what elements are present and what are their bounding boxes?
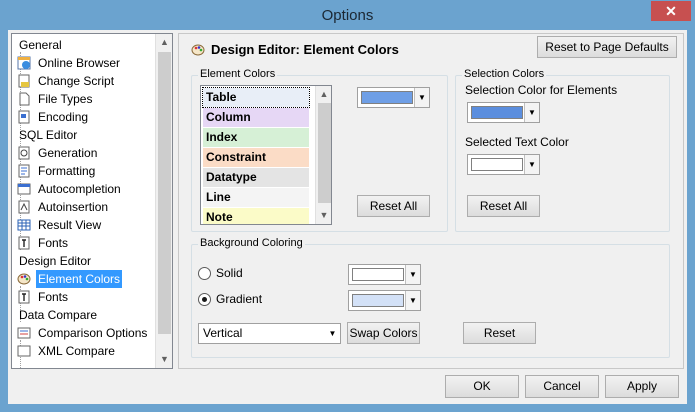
list-item-line[interactable]: Line [203, 188, 309, 207]
selected-text-label: Selected Text Color [465, 135, 569, 149]
background-reset-button[interactable]: Reset [463, 322, 536, 344]
gradient-radio[interactable] [198, 293, 211, 306]
color-swatch [471, 106, 523, 119]
group-title: Selection Colors [462, 68, 547, 80]
tree-item-label: Comparison Options [38, 326, 148, 340]
xml-icon [17, 344, 31, 358]
tree-item-label: Design Editor [19, 254, 92, 268]
tree-item-label: General [19, 38, 62, 52]
element-colors-group: Element Colors Table Column Index Constr… [191, 68, 448, 232]
group-title: Element Colors [198, 68, 278, 80]
ok-button[interactable]: OK [445, 375, 519, 398]
palette-icon [17, 272, 31, 286]
scroll-down-arrow-icon[interactable]: ▼ [316, 207, 331, 224]
element-colors-reset-button[interactable]: Reset All [357, 195, 430, 217]
chevron-down-icon[interactable]: ▼ [524, 103, 539, 122]
list-item-index[interactable]: Index [203, 128, 309, 147]
list-item-table[interactable]: Table [202, 87, 310, 108]
generation-icon [17, 146, 31, 160]
group-title: Background Coloring [198, 237, 305, 249]
tree-item-label: Autoinsertion [38, 200, 109, 214]
tree-item-label: Generation [38, 146, 98, 160]
color-swatch [352, 268, 404, 281]
tree-item-label: Fonts [38, 236, 69, 250]
browser-icon [17, 56, 31, 70]
options-tree: General Online Browser Change Script Fil… [11, 33, 173, 369]
tree-item-label: SQL Editor [19, 128, 78, 142]
tree-item-label: Change Script [38, 74, 115, 88]
autoinsertion-icon [17, 200, 31, 214]
file-icon [17, 92, 31, 106]
tree-item-label: Data Compare [19, 308, 98, 322]
gradient-direction-select[interactable]: Vertical ▼ [198, 323, 341, 344]
gradient-label[interactable]: Gradient [216, 292, 262, 306]
color-swatch [352, 294, 404, 307]
scroll-thumb[interactable] [158, 52, 171, 334]
palette-icon [191, 43, 205, 60]
tree-item-label: Encoding [38, 110, 89, 124]
tree-item-label: File Types [38, 92, 93, 106]
chevron-down-icon[interactable]: ▼ [405, 265, 420, 284]
tree-item-label: Online Browser [38, 56, 121, 70]
tree-item-label: Fonts [38, 290, 69, 304]
gradient-color-picker[interactable]: ▼ [348, 290, 421, 311]
reset-page-defaults-button[interactable]: Reset to Page Defaults [537, 36, 677, 58]
settings-panel: Design Editor: Element Colors Reset to P… [178, 33, 684, 369]
compare-icon [17, 326, 31, 340]
apply-button[interactable]: Apply [605, 375, 679, 398]
tree-item-label: Formatting [38, 164, 96, 178]
selection-elements-label: Selection Color for Elements [465, 83, 618, 97]
list-item-datatype[interactable]: Datatype [203, 168, 309, 187]
title-bar[interactable]: Options ✕ [0, 0, 695, 30]
options-dialog: Options ✕ General Online Browser Change … [0, 0, 695, 412]
autocompletion-icon [17, 182, 31, 196]
tree-item-label: Result View [38, 218, 102, 232]
script-icon [17, 74, 31, 88]
scroll-up-arrow-icon[interactable]: ▲ [316, 86, 331, 103]
list-item-note[interactable]: Note [203, 208, 309, 224]
scroll-thumb[interactable] [318, 103, 331, 203]
grid-icon [17, 218, 31, 232]
chevron-down-icon[interactable]: ▼ [414, 88, 429, 107]
scroll-up-arrow-icon[interactable]: ▲ [156, 34, 172, 51]
page-title: Design Editor: Element Colors [211, 42, 399, 57]
chevron-down-icon[interactable]: ▼ [524, 155, 539, 174]
element-list[interactable]: Table Column Index Constraint Datatype L… [200, 85, 332, 225]
encoding-icon [17, 110, 31, 124]
chevron-down-icon[interactable]: ▼ [405, 291, 420, 310]
element-color-picker[interactable]: ▼ [357, 87, 430, 108]
background-coloring-group: Background Coloring Solid ▼ Gradient ▼ V… [191, 237, 670, 358]
font-icon [17, 236, 31, 250]
close-button[interactable]: ✕ [651, 1, 691, 21]
list-item-column[interactable]: Column [203, 108, 309, 127]
font-icon [17, 290, 31, 304]
solid-radio[interactable] [198, 267, 211, 280]
window-title: Options [321, 7, 374, 24]
selection-elements-color-picker[interactable]: ▼ [467, 102, 540, 123]
cancel-button[interactable]: Cancel [525, 375, 599, 398]
tree-item-label: Element Colors [36, 270, 123, 288]
color-swatch [471, 158, 523, 171]
scroll-down-arrow-icon[interactable]: ▼ [156, 351, 172, 368]
formatting-icon [17, 164, 31, 178]
element-list-scrollbar[interactable]: ▲ ▼ [315, 86, 331, 224]
chevron-down-icon[interactable]: ▼ [325, 324, 340, 343]
tree-scrollbar[interactable]: ▲ ▼ [155, 34, 172, 368]
tree-item-label: Autocompletion [38, 182, 121, 196]
selection-colors-reset-button[interactable]: Reset All [467, 195, 540, 217]
selected-text-color-picker[interactable]: ▼ [467, 154, 540, 175]
dialog-body: General Online Browser Change Script Fil… [8, 30, 687, 404]
color-swatch [361, 91, 413, 104]
selection-colors-group: Selection Colors Selection Color for Ele… [455, 68, 670, 232]
tree-item-label: XML Compare [38, 344, 115, 358]
select-value: Vertical [203, 326, 243, 340]
swap-colors-button[interactable]: Swap Colors [347, 322, 420, 344]
list-item-constraint[interactable]: Constraint [203, 148, 309, 167]
solid-label[interactable]: Solid [216, 266, 243, 280]
solid-color-picker[interactable]: ▼ [348, 264, 421, 285]
